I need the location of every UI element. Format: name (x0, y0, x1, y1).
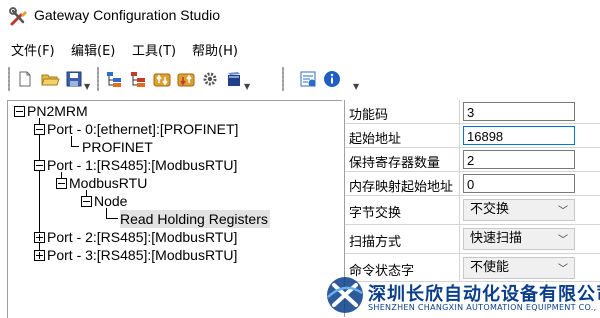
property-label: 字节交换 (349, 206, 402, 221)
tree-node-label: Port - 0:[ethernet]:[PROFINET] (47, 121, 239, 137)
tree-line (106, 218, 118, 219)
property-label: 起始地址 (349, 132, 402, 147)
property-row-register-count: 保持寄存器数量 2 (345, 148, 600, 172)
property-row-scan-mode: 扫描方式 快速扫描 ﹀ (345, 225, 600, 254)
menu-edit[interactable]: 编辑(E) (71, 40, 115, 59)
download-icon[interactable] (176, 69, 196, 89)
tree-node-modbusrtu[interactable]: ModbusRTU (56, 174, 147, 192)
book-icon[interactable] (224, 69, 244, 89)
start-address-field[interactable]: 16898 (463, 126, 575, 145)
menu-help[interactable]: 帮助(H) (192, 40, 238, 59)
tree-node-label: Node (94, 193, 128, 209)
property-label: 功能码 (349, 108, 389, 123)
collapse-toggle-icon[interactable] (56, 177, 67, 189)
register-count-field[interactable]: 2 (463, 150, 575, 169)
toolbar-grip[interactable] (282, 67, 284, 91)
menu-bar: 文件(F) 编辑(E) 工具(T) 帮助(H) (0, 38, 600, 60)
property-row-function-code: 功能码 3 (345, 100, 600, 124)
select-value: 快速扫描 (470, 231, 523, 246)
memory-start-field[interactable]: 0 (463, 174, 575, 193)
tree-node-root[interactable]: PN2MRM (14, 102, 88, 120)
tree-node-port2[interactable]: Port - 2:[RS485]:[ModbusRTU] (34, 228, 237, 246)
tree-node-label: Port - 3:[RS485]:[ModbusRTU] (47, 247, 238, 263)
open-folder-icon[interactable] (40, 69, 60, 89)
property-label: 扫描方式 (349, 235, 402, 250)
select-value: 不交换 (470, 202, 510, 217)
book-dropdown-arrow[interactable]: ▼ (244, 82, 250, 91)
expand-toggle-icon[interactable] (34, 249, 45, 261)
tree-node-read-holding-registers[interactable]: Read Holding Registers (120, 210, 270, 228)
menu-file[interactable]: 文件(F) (11, 40, 55, 59)
menu-tools[interactable]: 工具(T) (132, 40, 176, 59)
tree-node-profinet[interactable]: PROFINET (82, 138, 153, 156)
new-file-icon[interactable] (15, 69, 35, 89)
byte-swap-select[interactable]: 不交换 ﹀ (463, 199, 575, 221)
add-node-icon[interactable] (128, 69, 148, 89)
toolbar-grip[interactable] (8, 67, 10, 91)
collapse-toggle-icon[interactable] (34, 123, 45, 135)
tree-node-label: Port - 1:[RS485]:[ModbusRTU] (47, 157, 238, 173)
watermark-company-name-en: SHENZHEN CHANGXIN AUTOMATION EQUIPMENT C… (368, 303, 600, 312)
property-row-start-address: 起始地址 16898 (345, 124, 600, 148)
tree-node-label: PROFINET (82, 139, 153, 155)
chevron-down-icon: ﹀ (558, 206, 568, 217)
info-icon[interactable] (322, 69, 342, 89)
tools-icon (9, 7, 27, 26)
tree-node-label: ModbusRTU (69, 175, 148, 191)
info-dropdown-arrow[interactable]: ▼ (353, 82, 359, 91)
save-dropdown-arrow[interactable]: ▼ (84, 82, 90, 91)
save-icon[interactable] (64, 69, 84, 89)
tree-node-label: PN2MRM (27, 103, 88, 119)
tree-node-port3[interactable]: Port - 3:[RS485]:[ModbusRTU] (34, 246, 237, 264)
expand-toggle-icon[interactable] (34, 231, 45, 243)
title-bar: Gateway Configuration Studio (0, 0, 600, 34)
upload-icon[interactable] (152, 69, 172, 89)
chevron-down-icon: ﹀ (558, 235, 568, 246)
collapse-toggle-icon[interactable] (34, 159, 45, 171)
property-row-memory-start: 内存映射起始地址 0 (345, 172, 600, 196)
tree-node-port0[interactable]: Port - 0:[ethernet]:[PROFINET] (34, 120, 238, 138)
add-port-icon[interactable] (104, 69, 124, 89)
tree-node-label: Read Holding Registers (120, 211, 268, 227)
property-label: 内存映射起始地址 (349, 180, 454, 195)
settings-icon[interactable] (200, 69, 220, 89)
toolbar: ▼ ▼ ▼ (0, 64, 600, 94)
collapse-toggle-icon[interactable] (14, 105, 25, 117)
toolbar-grip[interactable] (97, 67, 99, 91)
property-label: 保持寄存器数量 (349, 156, 441, 171)
property-row-byte-swap: 字节交换 不交换 ﹀ (345, 196, 600, 225)
scan-mode-select[interactable]: 快速扫描 ﹀ (463, 228, 575, 250)
tree-line (71, 146, 79, 147)
company-logo-icon (327, 277, 363, 313)
collapse-toggle-icon[interactable] (81, 195, 92, 207)
function-code-field[interactable]: 3 (463, 102, 575, 121)
debug-icon[interactable] (298, 69, 318, 89)
tree-node-port1[interactable]: Port - 1:[RS485]:[ModbusRTU] (34, 156, 237, 174)
project-tree: PN2MRM Port - 0:[ethernet]:[PROFINET] PR… (7, 100, 342, 318)
tree-node-label: Port - 2:[RS485]:[ModbusRTU] (47, 229, 238, 245)
window-title: Gateway Configuration Studio (34, 7, 220, 23)
tree-node-node[interactable]: Node (81, 192, 127, 210)
